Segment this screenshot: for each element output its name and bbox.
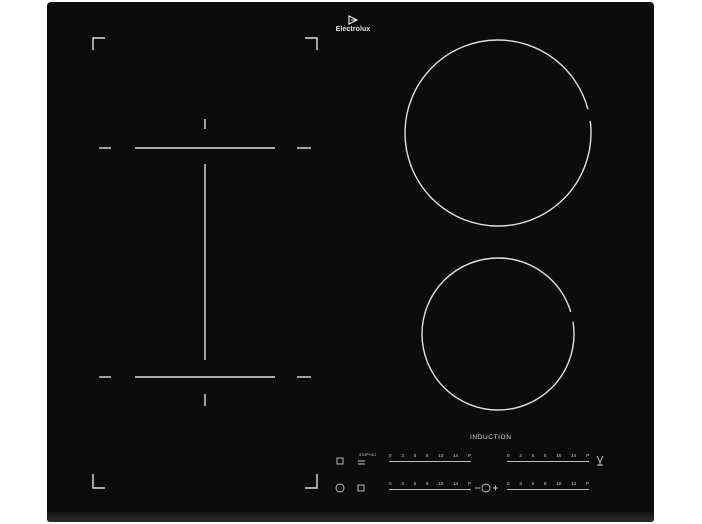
scale-8: 8 <box>425 481 429 486</box>
scale-3: 3 <box>519 453 522 458</box>
plus-icon <box>493 485 498 491</box>
scale-p: P <box>585 453 589 458</box>
scale-5: 5 <box>531 453 535 458</box>
power-slider-right-rear[interactable]: 0 3 5 8 10 14 P <box>507 453 589 467</box>
scale-p: P <box>585 481 589 486</box>
zone-ring-rear <box>404 39 592 227</box>
scale-10: 10 <box>438 453 444 458</box>
scale-3: 3 <box>401 453 404 458</box>
slider-track <box>389 489 471 490</box>
cooktop-front-edge <box>47 512 654 522</box>
corner-mark-bottom-right <box>305 474 318 489</box>
scale-14: 14 <box>571 481 577 486</box>
scale-8: 8 <box>543 481 547 486</box>
stop-go-label: STOP+GO <box>359 453 376 457</box>
zone-ring-front <box>421 257 575 411</box>
scale-5: 5 <box>413 481 417 486</box>
corner-mark-top-left <box>92 37 105 50</box>
timer-icon <box>481 483 491 493</box>
brand-name: Electrolux <box>335 26 371 33</box>
scale-5: 5 <box>413 453 417 458</box>
corner-mark-bottom-left <box>92 474 105 489</box>
scale-14: 14 <box>453 453 459 458</box>
scale-10: 10 <box>556 481 562 486</box>
hob2hood-icon <box>596 455 604 466</box>
corner-mark-top-right <box>305 37 318 50</box>
slider-track <box>507 489 589 490</box>
scale-14: 14 <box>453 481 459 486</box>
scale-5: 5 <box>531 481 535 486</box>
scale-0: 0 <box>389 481 392 486</box>
scale-8: 8 <box>425 453 429 458</box>
pause-icon <box>336 457 344 465</box>
scale-10: 10 <box>556 453 562 458</box>
brand-logo: Electrolux <box>313 15 393 33</box>
scale-3: 3 <box>519 481 522 486</box>
scale-p: P <box>467 453 471 458</box>
cooktop-markings <box>92 37 604 493</box>
scale-0: 0 <box>389 453 392 458</box>
scale-0: 0 <box>507 481 510 486</box>
scale-10: 10 <box>438 481 444 486</box>
lock-icon <box>357 484 365 492</box>
power-icon <box>335 483 345 493</box>
induction-label: INDUCTION <box>470 434 512 441</box>
scale-0: 0 <box>507 453 510 458</box>
power-slider-left-rear[interactable]: 0 3 5 8 10 14 P <box>389 453 471 467</box>
scale-14: 14 <box>571 453 577 458</box>
power-slider-left-front[interactable]: 0 3 5 8 10 14 P <box>389 481 471 495</box>
scale-3: 3 <box>401 481 404 486</box>
bridge-icon <box>358 460 365 465</box>
slider-track <box>389 461 471 462</box>
scale-p: P <box>467 481 471 486</box>
cooktop-glass: Electrolux STOP+GO INDUCTION 0 3 5 8 10 … <box>47 2 654 522</box>
electrolux-logo-icon <box>348 15 358 25</box>
slider-track <box>507 461 589 462</box>
power-slider-right-front[interactable]: 0 3 5 8 10 14 P <box>507 481 589 495</box>
scale-8: 8 <box>543 453 547 458</box>
